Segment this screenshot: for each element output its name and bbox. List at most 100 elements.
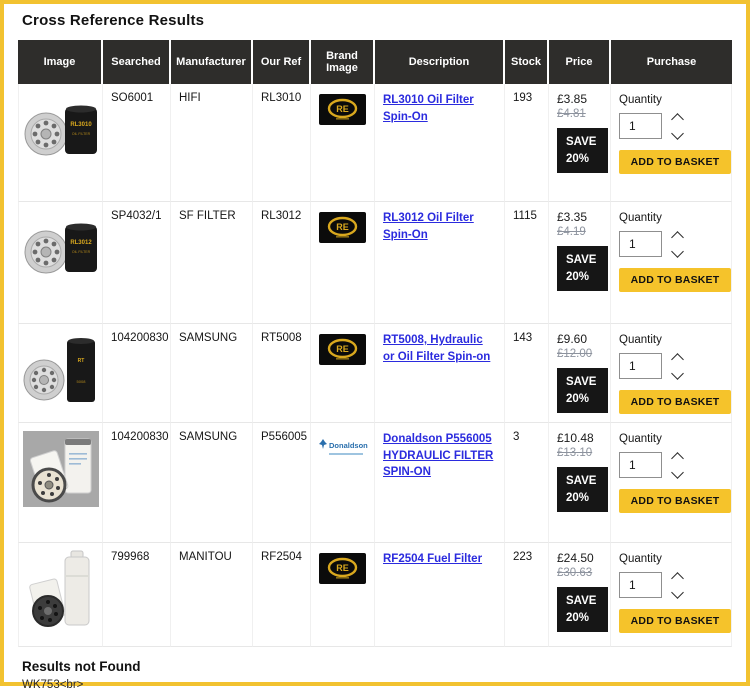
manufacturer: MANITOU: [171, 543, 253, 647]
manufacturer: SAMSUNG: [171, 423, 253, 543]
searched-ref: SP4032/1: [103, 202, 171, 324]
page-title: Cross Reference Results: [22, 12, 205, 29]
price-old: £4.81: [557, 108, 586, 120]
manufacturer: SF FILTER: [171, 202, 253, 324]
col-header-manufacturer: Manufacturer: [171, 40, 253, 84]
save-badge: SAVE 20%: [557, 467, 608, 513]
price-current: £3.85: [557, 92, 588, 106]
product-description-link[interactable]: RF2504 Fuel Filter: [383, 553, 482, 565]
product-description-link[interactable]: RL3012 Oil Filter Spin-On: [383, 212, 474, 241]
svg-text:RE: RE: [336, 104, 349, 114]
price-current: £24.50: [557, 551, 594, 565]
col-header-brand-image: Brand Image: [311, 40, 375, 84]
price-current: £3.35: [557, 210, 588, 224]
our-ref: RL3010: [253, 84, 311, 202]
chevron-up-icon[interactable]: [671, 451, 684, 465]
stock-count: 143: [505, 324, 549, 423]
re-filters-logo: RE: [319, 334, 366, 365]
stock-count: 3: [505, 423, 549, 543]
table-row: 799968 MANITOU RF2504 RE RF2504 Fuel Fil…: [18, 543, 732, 647]
add-to-basket-button[interactable]: ADD TO BASKET: [619, 609, 731, 633]
table-header-row: Image Searched Manufacturer Our Ref Bran…: [18, 40, 732, 84]
col-header-our-ref: Our Ref: [253, 40, 311, 84]
product-image-oil-filter: RL3012 OIL FILTER: [24, 223, 97, 274]
save-badge: SAVE 20%: [557, 246, 608, 292]
quantity-stepper[interactable]: [671, 352, 684, 380]
our-ref: RT5008: [253, 324, 311, 423]
svg-text:OIL FILTER: OIL FILTER: [72, 250, 91, 254]
donaldson-logo: Donaldson: [319, 439, 368, 455]
col-header-searched: Searched: [103, 40, 171, 84]
chevron-up-icon[interactable]: [671, 571, 684, 585]
product-description-link[interactable]: Donaldson P556005 HYDRAULIC FILTER SPIN-…: [383, 433, 493, 478]
price-old: £12.00: [557, 348, 593, 360]
cross-reference-table: Image Searched Manufacturer Our Ref Bran…: [18, 40, 732, 647]
table-row: 104200830 SAMSUNG P556005 Donaldson Dona: [18, 423, 732, 543]
product-image-oil-filter: RL3010 OIL FILTER: [24, 105, 97, 156]
re-filters-logo: RE: [319, 94, 366, 125]
chevron-down-icon[interactable]: [671, 585, 684, 599]
svg-text:OIL FILTER: OIL FILTER: [72, 132, 91, 136]
searched-ref: 104200830: [103, 423, 171, 543]
svg-text:RE: RE: [336, 344, 349, 354]
results-not-found-value: WK753<br>: [22, 679, 84, 691]
table-row: RT 5008 104200830 SAMSUNG RT5008 RE RT50…: [18, 324, 732, 423]
quantity-input[interactable]: [619, 353, 662, 379]
add-to-basket-button[interactable]: ADD TO BASKET: [619, 150, 731, 174]
add-to-basket-button[interactable]: ADD TO BASKET: [619, 489, 731, 513]
add-to-basket-button[interactable]: ADD TO BASKET: [619, 268, 731, 292]
col-header-price: Price: [549, 40, 611, 84]
price-old: £13.10: [557, 447, 593, 459]
product-description-link[interactable]: RL3010 Oil Filter Spin-On: [383, 94, 474, 123]
svg-text:RE: RE: [336, 563, 349, 573]
price-old: £30.63: [557, 567, 593, 579]
svg-text:RE: RE: [336, 222, 349, 232]
chevron-down-icon[interactable]: [671, 244, 684, 258]
svg-text:RL3012: RL3012: [70, 240, 92, 246]
col-header-purchase: Purchase: [611, 40, 732, 84]
quantity-label: Quantity: [619, 433, 662, 445]
table-row: RL3010 OIL FILTER SO6001 HIFI RL3010 RE …: [18, 84, 732, 202]
chevron-up-icon[interactable]: [671, 230, 684, 244]
table-row: RL3012 OIL FILTER SP4032/1 SF FILTER RL3…: [18, 202, 732, 324]
cross-reference-page: Cross Reference Results Image Searched M…: [4, 4, 746, 691]
results-not-found-heading: Results not Found: [22, 659, 141, 674]
quantity-input[interactable]: [619, 231, 662, 257]
quantity-label: Quantity: [619, 334, 662, 346]
chevron-down-icon[interactable]: [671, 465, 684, 479]
donaldson-logo-icon: [319, 439, 327, 449]
svg-text:RL3010: RL3010: [70, 122, 92, 128]
chevron-up-icon[interactable]: [671, 352, 684, 366]
quantity-stepper[interactable]: [671, 230, 684, 258]
quantity-input[interactable]: [619, 452, 662, 478]
our-ref: P556005: [253, 423, 311, 543]
quantity-input[interactable]: [619, 572, 662, 598]
manufacturer: HIFI: [171, 84, 253, 202]
quantity-stepper[interactable]: [671, 571, 684, 599]
quantity-stepper[interactable]: [671, 451, 684, 479]
product-description-link[interactable]: RT5008, Hydraulic or Oil Filter Spin-on: [383, 334, 490, 363]
stock-count: 1115: [505, 202, 549, 324]
chevron-up-icon[interactable]: [671, 112, 684, 126]
searched-ref: SO6001: [103, 84, 171, 202]
quantity-label: Quantity: [619, 553, 662, 565]
product-image-fuel-filter: [29, 550, 90, 627]
svg-text:RT: RT: [78, 358, 85, 364]
svg-text:5008: 5008: [77, 379, 87, 384]
re-filters-logo: RE: [319, 212, 366, 243]
chevron-down-icon[interactable]: [671, 366, 684, 380]
col-header-description: Description: [375, 40, 505, 84]
quantity-stepper[interactable]: [671, 112, 684, 140]
stock-count: 223: [505, 543, 549, 647]
product-image-hydraulic-filter: RT 5008: [23, 338, 95, 402]
quantity-label: Quantity: [619, 212, 662, 224]
chevron-down-icon[interactable]: [671, 126, 684, 140]
searched-ref: 799968: [103, 543, 171, 647]
save-badge: SAVE 20%: [557, 368, 608, 414]
quantity-input[interactable]: [619, 113, 662, 139]
col-header-image: Image: [18, 40, 103, 84]
product-image-donaldson-filter: [23, 431, 99, 507]
stock-count: 193: [505, 84, 549, 202]
col-header-stock: Stock: [505, 40, 549, 84]
add-to-basket-button[interactable]: ADD TO BASKET: [619, 390, 731, 414]
